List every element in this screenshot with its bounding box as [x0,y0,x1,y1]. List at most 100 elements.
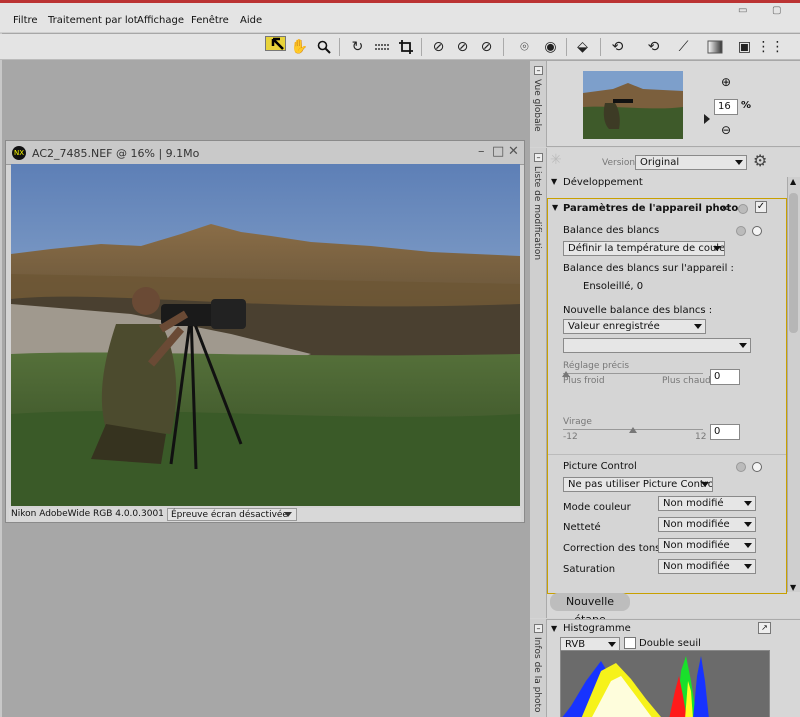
tint-label: Virage [563,417,592,427]
select-region-icon[interactable]: ▣ [734,36,755,57]
double-threshold-checkbox[interactable] [624,637,636,649]
zoom-input[interactable]: 16 [714,99,738,115]
triangle-down-icon[interactable]: ▼ [552,203,558,212]
image-window-titlebar[interactable]: NX AC2_7485.NEF @ 16% | 9.1Mo – □ ✕ [6,141,524,165]
eye-icon[interactable]: ◉ [540,36,561,57]
fine-tune-right-label: Plus chaud [662,376,711,386]
color-profile: Nikon AdobeWide RGB 4.0.0.3001 [11,509,164,519]
menu-aide[interactable]: Aide [240,15,262,26]
camera-settings-title: Paramètres de l'appareil photo [563,203,739,214]
development-label: Développement [563,177,643,188]
version-label: Version [602,158,636,168]
dust-brush-icon[interactable]: ⊘ [428,36,449,57]
version-dropdown[interactable]: Original [635,155,747,170]
red-eye-icon[interactable]: ⌾ [514,36,535,57]
toggle-ring-icon[interactable] [752,462,762,472]
toggle-ring-icon[interactable] [752,226,762,236]
overview-tab-label: Vue globale [532,79,542,132]
menu-traitement-par-lot[interactable]: Traitement par lot [48,15,138,26]
tint-min-label: -12 [563,432,578,442]
picture-control-dropdown[interactable]: Ne pas utiliser Picture Control [563,477,713,492]
image-window[interactable]: NX AC2_7485.NEF @ 16% | 9.1Mo – □ ✕ Niko… [5,140,525,523]
minimize-icon[interactable]: ▭ [738,5,747,16]
scroll-down-icon[interactable]: ▼ [790,583,796,592]
lasso-minus-icon[interactable]: ⟲ [643,36,664,57]
histogram-graph [560,650,770,717]
collapse-icon[interactable]: – [534,624,543,633]
restore-icon[interactable]: ▢ [772,5,781,16]
lasso-plus-icon[interactable]: ⟲ [607,36,628,57]
section-enable-checkbox[interactable]: ✓ [755,201,767,213]
triangle-down-icon[interactable]: ▼ [551,624,557,633]
minimize-icon[interactable]: – [478,144,485,159]
straighten-icon[interactable] [371,36,392,57]
zoom-icon[interactable] [313,36,334,57]
chevron-down-icon [744,543,752,548]
menu-filtre[interactable]: Filtre [13,15,38,26]
image-window-title: AC2_7485.NEF @ 16% | 9.1Mo [32,147,200,160]
scrollbar-thumb[interactable] [789,193,798,333]
zoom-in-icon[interactable]: ⊕ [721,75,731,89]
photo-info-tab[interactable]: – Infos de la photo [530,619,547,717]
edit-list-tab[interactable]: – Liste de modification [530,148,547,618]
gear-icon[interactable]: ⚙ [753,151,767,170]
chevron-down-icon [284,512,292,517]
wb-mode-value: Définir la température de couleur [568,243,725,254]
wb-camera-label: Balance des blancs sur l'appareil : [563,263,734,274]
zoom-slider-marker[interactable] [704,114,710,124]
grid-icon[interactable]: ⋮⋮ [757,36,785,57]
overview-thumbnail[interactable] [583,71,683,139]
fine-tune-input[interactable]: 0 [710,369,740,385]
hand-icon[interactable]: ✋ [289,36,310,57]
reset-dot-icon[interactable] [736,462,746,472]
tag-icon[interactable]: ⬙ [572,36,593,57]
control-point-minus-icon[interactable]: ⊘ [476,36,497,57]
zoom-unit: % [741,100,752,111]
rotate-ccw-icon[interactable]: ↻ [347,36,368,57]
scroll-up-icon[interactable]: ▲ [790,177,796,186]
overview-tab[interactable]: – Vue globale [530,61,547,147]
tint-max-label: 12 [695,432,707,442]
wb-new-dropdown[interactable]: Valeur enregistrée [563,319,706,334]
histogram-options-icon[interactable]: ↗ [758,622,771,634]
tint-slider-handle[interactable] [629,427,637,433]
tone-correction-dropdown[interactable]: Non modifiée [658,538,756,553]
pc-row-label: Saturation [563,564,616,575]
control-point-plus-icon[interactable]: ⊘ [452,36,473,57]
tint-input[interactable]: 0 [710,424,740,440]
gradient-icon[interactable] [704,36,725,57]
reset-dot-icon[interactable] [736,226,746,236]
brush-icon[interactable]: ⟋ [673,36,694,57]
close-icon[interactable]: ✕ [508,144,519,159]
sharpness-value: Non modifiée [663,519,730,530]
photo-image [11,164,520,506]
saturation-dropdown[interactable]: Non modifiée [658,559,756,574]
chevron-down-icon [744,522,752,527]
menu-affichage[interactable]: Affichage [137,15,184,26]
saturation-value: Non modifiée [663,561,730,572]
wb-preset-dropdown[interactable] [563,338,751,353]
collapse-icon[interactable]: – [534,153,543,162]
reset-dot-icon[interactable] [738,204,748,214]
crop-icon[interactable] [395,36,416,57]
softproof-dropdown[interactable]: Épreuve écran désactivée [167,508,297,521]
maximize-icon[interactable]: □ [492,144,504,159]
toolbar-separator [421,38,422,56]
menu-fenetre[interactable]: Fenêtre [191,15,229,26]
camera-settings-section: ▼ Paramètres de l'appareil photo ⚯ ✓ Bal… [547,198,787,594]
menu-bar: ▭ ▢ Filtre Traitement par lot Affichage … [0,3,800,33]
select-arrow-icon[interactable] [265,36,286,51]
photo-canvas[interactable] [11,164,520,506]
sharpness-dropdown[interactable]: Non modifiée [658,517,756,532]
color-mode-dropdown[interactable]: Non modifié [658,496,756,511]
right-panel: – Vue globale ⊕ 16 % ⊖ – Liste de modifi… [530,61,800,717]
fine-tune-slider[interactable] [563,373,703,374]
triangle-down-icon[interactable]: ▼ [551,177,557,186]
link-icon[interactable]: ⚯ [720,202,729,215]
collapse-icon[interactable]: – [534,66,543,75]
new-step-button[interactable]: Nouvelle étape [550,593,630,626]
wb-title: Balance des blancs [563,225,660,236]
wb-mode-dropdown[interactable]: Définir la température de couleur [563,241,725,256]
zoom-out-icon[interactable]: ⊖ [721,123,731,137]
sparkle-icon: ✳ [550,152,562,168]
